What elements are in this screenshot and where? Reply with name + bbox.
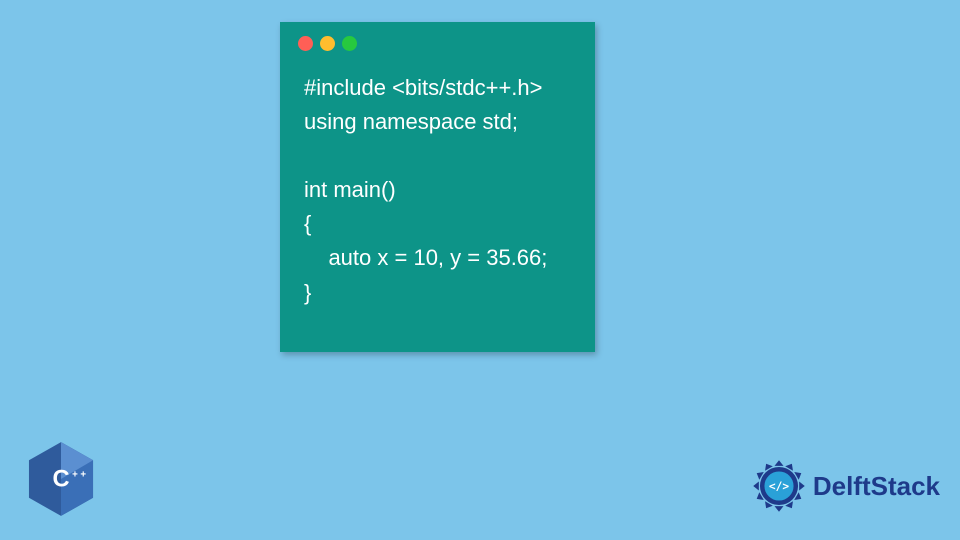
close-icon: [298, 36, 313, 51]
minimize-icon: [320, 36, 335, 51]
code-body: #include <bits/stdc++.h> using namespace…: [280, 59, 595, 328]
svg-text:</>: </>: [769, 480, 789, 493]
cpp-logo-icon: C + +: [26, 440, 96, 518]
delftstack-brand-text: DelftStack: [813, 471, 940, 502]
svg-text:+: +: [80, 470, 86, 481]
delftstack-logo: </> DelftStack: [751, 458, 940, 514]
maximize-icon: [342, 36, 357, 51]
window-traffic-lights: [280, 22, 595, 59]
svg-text:+: +: [72, 470, 78, 481]
delftstack-gear-icon: </>: [751, 458, 807, 514]
cpp-badge-label: C: [52, 467, 69, 493]
code-window: #include <bits/stdc++.h> using namespace…: [280, 22, 595, 352]
